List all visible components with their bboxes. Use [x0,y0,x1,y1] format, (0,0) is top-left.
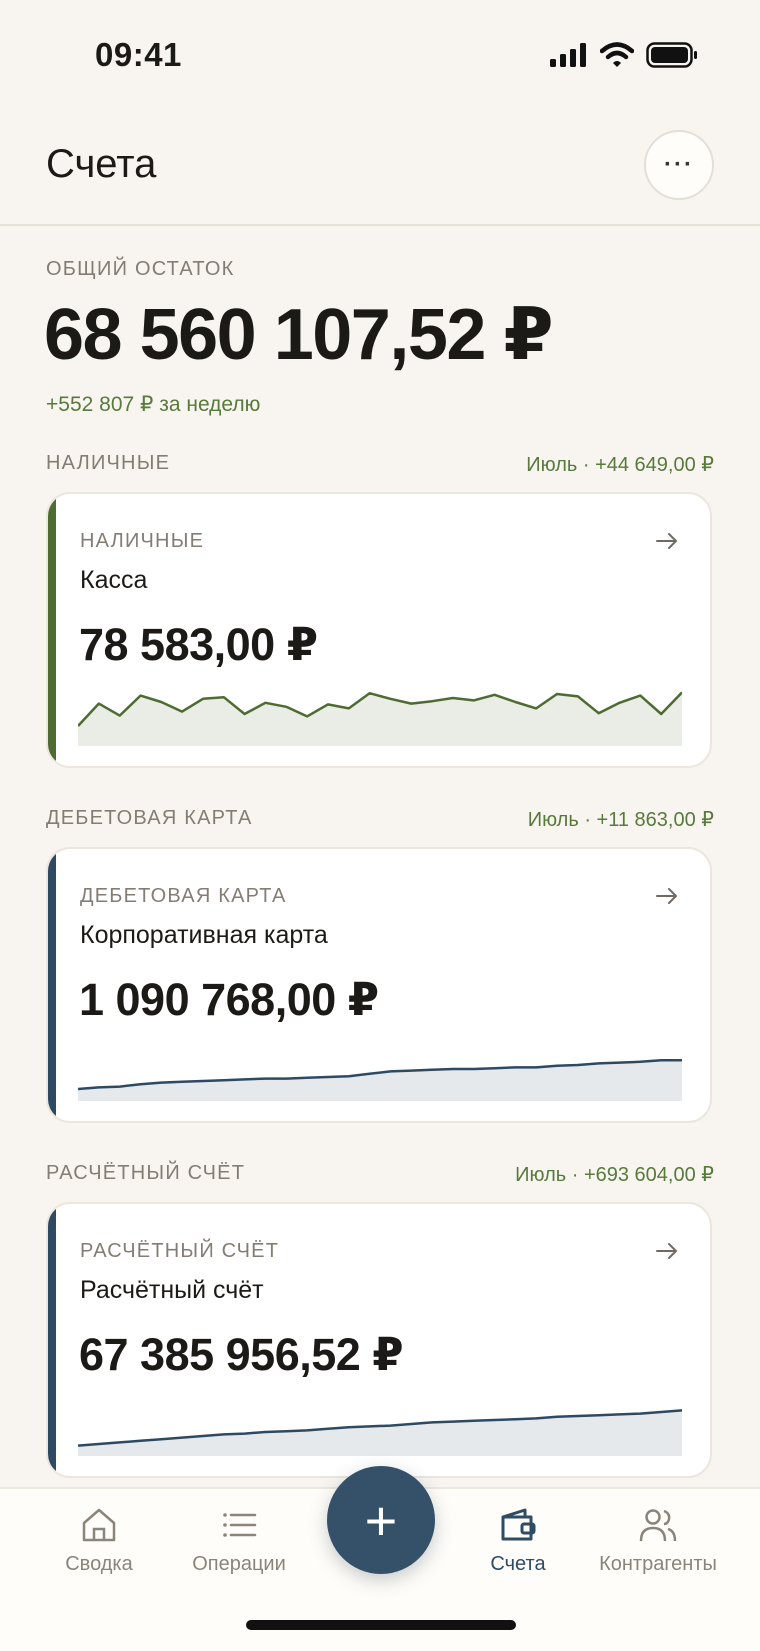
card-balance: 78 583,00 ₽ [79,619,318,670]
weekly-change: +552 807 ₽ за неделю [46,393,261,416]
plus-icon: + [364,1488,398,1552]
section-title: НАЛИЧНЫЕ [46,452,171,474]
more-dots-icon: ··· [664,151,694,178]
tab-summary[interactable]: Сводка [24,1505,174,1576]
section-header-settlement: РАСЧЁТНЫЙ СЧЁТ Июль · +693 604,00 ₽ [46,1162,714,1192]
account-card-debit[interactable]: ДЕБЕТОВАЯ КАРТА Корпоративная карта 1 09… [46,847,712,1123]
card-account-type: РАСЧЁТНЫЙ СЧЁТ [80,1240,280,1262]
page-title: Счета [46,142,157,186]
sparkline-area [78,1410,682,1456]
sparkline-area [78,692,682,746]
card-account-name: Касса [80,566,148,594]
card-account-name: Корпоративная карта [80,921,328,949]
balance-sparkline [78,691,682,746]
card-account-name: Расчётный счёт [80,1276,264,1304]
tab-label: Операции [192,1553,286,1575]
card-accent-bar [48,1204,56,1476]
people-icon [639,1509,677,1542]
tab-operations[interactable]: Операции [164,1505,314,1576]
top-header: Счета ··· [0,110,760,226]
section-month-change: Июль · +44 649,00 ₽ [526,454,714,476]
section-title: ДЕБЕТОВАЯ КАРТА [46,807,253,829]
card-accent-bar [48,849,56,1121]
more-options-button[interactable]: ··· [644,130,714,200]
tab-label: Счета [490,1553,546,1575]
tab-label: Контрагенты [599,1553,717,1575]
add-operation-button[interactable]: + [327,1466,435,1574]
card-account-type: НАЛИЧНЫЕ [80,530,205,552]
list-icon [223,1513,257,1537]
wifi-icon [600,42,634,67]
tab-counterparties[interactable]: Контрагенты [583,1505,733,1576]
status-bar: 09:41 [0,0,760,110]
wallet-icon [501,1508,536,1541]
tab-label: Сводка [65,1553,133,1575]
sparkline-area [78,1060,682,1101]
card-balance: 67 385 956,52 ₽ [79,1329,404,1380]
balance-sparkline [78,1058,682,1101]
arrow-right-icon[interactable] [656,1236,678,1267]
section-title: РАСЧЁТНЫЙ СЧЁТ [46,1162,246,1184]
status-icons [550,42,698,68]
tab-accounts[interactable]: Счета [443,1505,593,1576]
card-accent-bar [48,494,56,766]
account-card-cash[interactable]: НАЛИЧНЫЕ Касса 78 583,00 ₽ [46,492,712,768]
section-month-change: Июль · +693 604,00 ₽ [515,1164,714,1186]
battery-icon [646,42,697,68]
total-balance-label: ОБЩИЙ ОСТАТОК [46,258,235,280]
card-balance: 1 090 768,00 ₽ [79,974,379,1025]
section-header-cash: НАЛИЧНЫЕ Июль · +44 649,00 ₽ [46,452,714,482]
section-month-change: Июль · +11 863,00 ₽ [527,809,714,831]
section-header-debit-card: ДЕБЕТОВАЯ КАРТА Июль · +11 863,00 ₽ [46,807,714,837]
card-account-type: ДЕБЕТОВАЯ КАРТА [80,885,287,907]
status-time: 09:41 [95,36,182,73]
cellular-signal-icon [550,43,586,67]
arrow-right-icon[interactable] [656,881,678,912]
account-card-settlement[interactable]: РАСЧЁТНЫЙ СЧЁТ Расчётный счёт 67 385 956… [46,1202,712,1478]
total-balance-amount: 68 560 107,52 ₽ [44,295,554,375]
balance-sparkline [78,1409,682,1456]
arrow-right-icon[interactable] [656,526,678,557]
home-icon [82,1508,116,1542]
home-indicator [246,1620,516,1630]
